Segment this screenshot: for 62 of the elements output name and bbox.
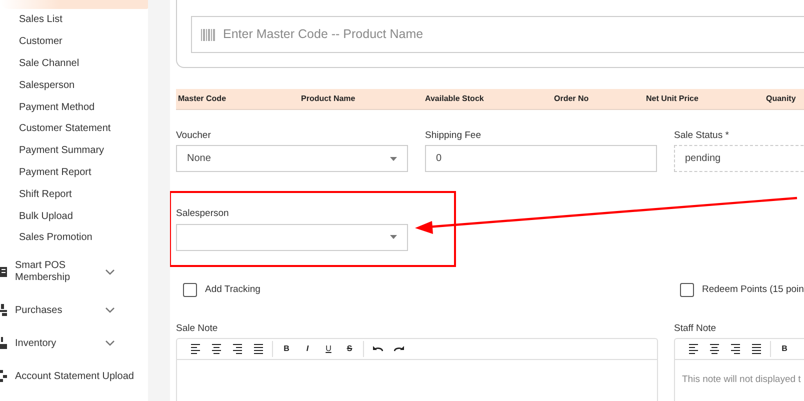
align-right-icon[interactable] bbox=[731, 344, 740, 354]
sidebar-section[interactable]: Account Statement Upload bbox=[15, 370, 134, 382]
align-center-icon[interactable] bbox=[710, 344, 719, 354]
field-label: Salesperson bbox=[176, 207, 230, 222]
shipping-fee-field[interactable]: 0 bbox=[425, 145, 657, 172]
redo-icon[interactable] bbox=[394, 344, 404, 354]
align-justify-icon[interactable] bbox=[254, 344, 263, 354]
checkbox-label: Add Tracking bbox=[205, 283, 260, 298]
sidebar-item[interactable]: Shift Report bbox=[0, 183, 148, 206]
sidebar-item[interactable]: Customer Statement bbox=[0, 118, 148, 140]
sidebar-item[interactable]: Customer bbox=[0, 30, 148, 53]
voucher-select[interactable]: None bbox=[176, 145, 408, 172]
field-label: Shipping Fee bbox=[425, 129, 482, 143]
field-label: Staff Note bbox=[674, 322, 718, 336]
chevron-down-icon[interactable] bbox=[105, 340, 115, 346]
note-editor[interactable]: B This note will not displayed t bbox=[674, 338, 804, 401]
sidebar-section[interactable]: Smart POS Membership bbox=[15, 260, 97, 284]
align-left-icon[interactable] bbox=[689, 344, 698, 354]
sidebar-section[interactable]: Purchases bbox=[15, 304, 97, 316]
align-center-icon[interactable] bbox=[212, 344, 221, 354]
align-right-icon[interactable] bbox=[233, 344, 242, 354]
boxes-icon bbox=[0, 337, 7, 350]
chevron-down-icon[interactable] bbox=[105, 307, 115, 314]
column-header: Master Code bbox=[178, 94, 226, 103]
column-header: Product Name bbox=[301, 94, 356, 103]
sidebar-item[interactable]: Payment Method bbox=[0, 96, 148, 118]
checkbox-label: Redeem Points (15 poin bbox=[702, 283, 804, 298]
undo-icon[interactable] bbox=[372, 344, 382, 354]
barcode-icon bbox=[201, 28, 215, 40]
checkbox[interactable] bbox=[183, 283, 197, 298]
sidebar-section[interactable]: Inventory bbox=[15, 338, 97, 350]
sidebar-item[interactable]: Salesperson bbox=[0, 74, 148, 96]
italic-button[interactable]: I bbox=[297, 340, 318, 358]
align-justify-icon[interactable] bbox=[752, 344, 761, 354]
caret-icon bbox=[390, 235, 397, 239]
column-header: Quanity bbox=[766, 94, 796, 103]
align-left-icon[interactable] bbox=[191, 344, 200, 354]
note-placeholder: This note will not displayed t bbox=[681, 372, 802, 387]
column-header: Available Stock bbox=[425, 94, 484, 103]
column-header: Net Unit Price bbox=[646, 94, 698, 103]
strikethrough-button[interactable]: S bbox=[339, 340, 360, 358]
field-label: Sale Note bbox=[176, 322, 219, 336]
checkbox[interactable] bbox=[680, 283, 694, 298]
field-label: Sale Status * bbox=[674, 129, 730, 143]
stack-icon bbox=[0, 304, 7, 316]
chevron-down-icon[interactable] bbox=[105, 268, 115, 275]
field-label: Voucher bbox=[176, 129, 212, 143]
sidebar-item[interactable]: Sales Promotion bbox=[0, 226, 148, 249]
bold-button[interactable]: B bbox=[276, 340, 297, 358]
product-search-field[interactable]: Enter Master Code -- Product Name bbox=[191, 16, 804, 53]
bold-button[interactable]: B bbox=[774, 340, 795, 358]
sidebar-item[interactable]: Payment Report bbox=[0, 162, 148, 184]
sidebar-item[interactable]: Sales List bbox=[0, 9, 148, 31]
status-field[interactable]: pending bbox=[674, 145, 804, 172]
tree-icon bbox=[0, 370, 7, 382]
sidebar-item[interactable]: Bulk Upload bbox=[0, 205, 148, 227]
column-header: Order No bbox=[554, 94, 589, 103]
sidebar-item[interactable]: Payment Summary bbox=[0, 140, 148, 162]
caret-icon bbox=[390, 156, 397, 161]
underline-button[interactable]: U bbox=[318, 340, 339, 358]
sidebar-item[interactable]: Sale Channel bbox=[0, 52, 148, 74]
note-editor[interactable]: B I U S bbox=[176, 338, 658, 401]
